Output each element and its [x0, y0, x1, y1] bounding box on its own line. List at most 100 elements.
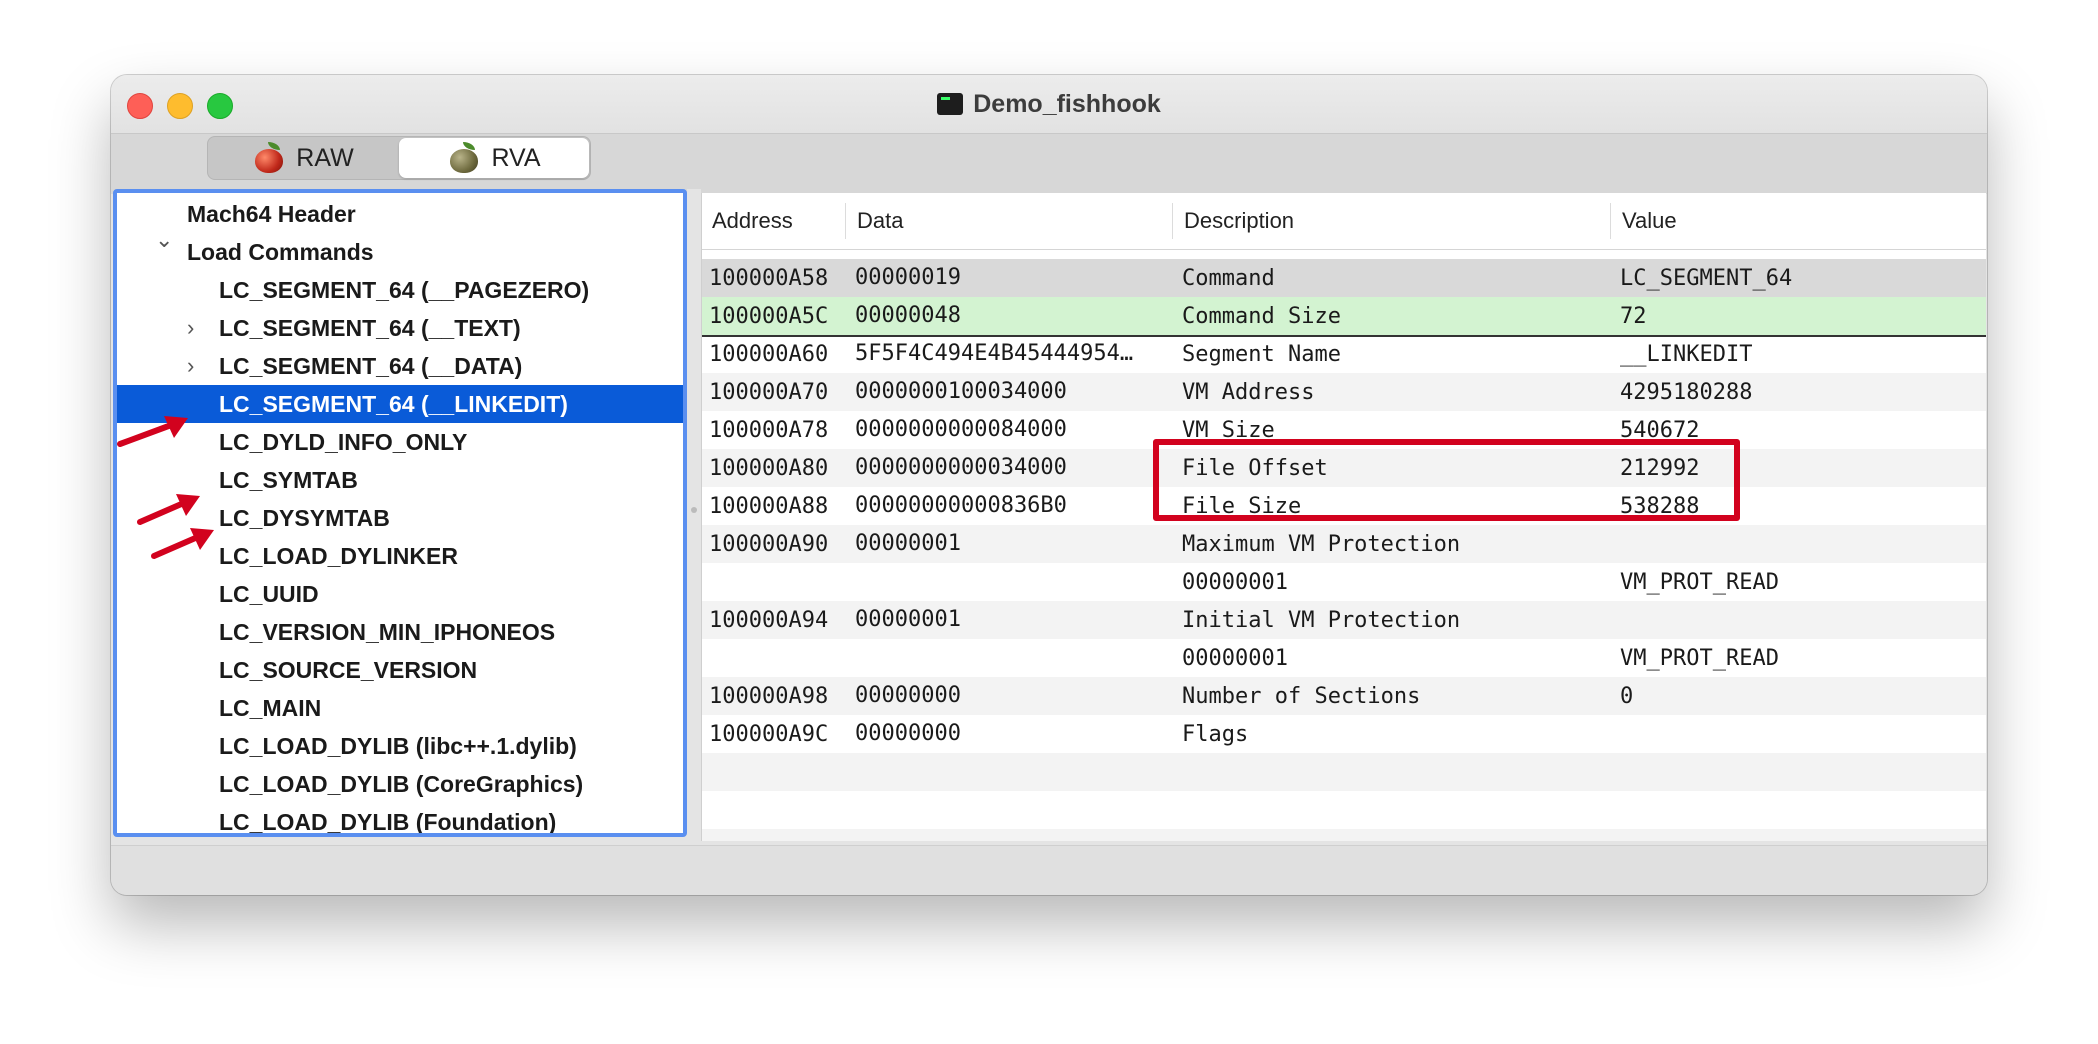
- tree-item[interactable]: LC_DYLD_INFO_ONLY: [117, 423, 683, 461]
- data-cell: 5F5F4C494E4B45444954…: [855, 341, 1134, 366]
- column-header-data[interactable]: Data: [857, 193, 903, 249]
- raw-mode-label: RAW: [296, 143, 354, 172]
- address-cell: 100000A90: [709, 531, 829, 557]
- address-cell: 100000A80: [709, 455, 829, 481]
- description-cell: Maximum VM Protection: [1182, 531, 1461, 557]
- tree-item[interactable]: › LC_SEGMENT_64 (__TEXT): [117, 309, 683, 347]
- value-cell: 0: [1620, 683, 1634, 709]
- tree-item-label: LC_SOURCE_VERSION: [219, 656, 478, 683]
- description-cell: VM Address: [1182, 379, 1315, 405]
- data-cell: 00000048: [855, 303, 961, 328]
- tree-item[interactable]: LC_LOAD_DYLIB (libc++.1.dylib): [117, 727, 683, 765]
- table-row[interactable]: 100000A58 00000019 Command LC_SEGMENT_64: [702, 259, 1986, 297]
- table-row[interactable]: [702, 829, 1986, 841]
- tree-item-label: LC_SEGMENT_64 (__PAGEZERO): [219, 276, 590, 303]
- tree-item-label: LC_LOAD_DYLIB (libc++.1.dylib): [219, 732, 577, 759]
- address-cell: 100000A78: [709, 417, 829, 443]
- table-row[interactable]: 00000001 VM_PROT_READ: [702, 639, 1986, 677]
- tree-item[interactable]: Mach64 Header: [117, 195, 683, 233]
- table-row[interactable]: 100000A70 0000000100034000 VM Address 42951…: [702, 373, 1986, 411]
- title-bar: Demo_fishhook: [111, 75, 1987, 133]
- annotation-arrow-icon: [151, 528, 214, 559]
- table-row[interactable]: [702, 791, 1986, 829]
- data-cell: [855, 791, 1165, 829]
- tree-item-label: LC_SEGMENT_64 (__DATA): [219, 352, 523, 379]
- tree-item-label: LC_SEGMENT_64 (__TEXT): [219, 314, 521, 341]
- tree-item-label: LC_LOAD_DYLIB (Foundation): [219, 808, 557, 835]
- tree-item-label: LC_DYLD_INFO_ONLY: [219, 428, 468, 455]
- tree-item[interactable]: ⌄ Load Commands: [117, 227, 683, 271]
- annotation-arrow-icon: [117, 416, 188, 447]
- description-cell: Initial VM Protection: [1182, 607, 1461, 633]
- table-row[interactable]: 100000A60 5F5F4C494E4B45444954… Segment Na…: [702, 335, 1986, 373]
- table-header: Address Data Description Value: [702, 193, 1986, 250]
- address-cell: 100000A5C: [709, 303, 829, 329]
- value-cell: VM_PROT_READ: [1620, 645, 1779, 671]
- data-cell: 00000019: [855, 265, 961, 290]
- chevron-right-icon[interactable]: ›: [187, 315, 194, 341]
- tree-item[interactable]: LC_UUID: [117, 575, 683, 613]
- table-row[interactable]: 00000001 VM_PROT_READ: [702, 563, 1986, 601]
- tree-item[interactable]: LC_LOAD_DYLIB (Foundation): [117, 803, 683, 835]
- file-offset-size-highlight-box: [1153, 439, 1740, 521]
- table-row[interactable]: 100000A9C 00000000 Flags: [702, 715, 1986, 753]
- tree-item[interactable]: LC_SEGMENT_64 (__PAGEZERO): [117, 271, 683, 309]
- tree-item-label: LC_LOAD_DYLINKER: [219, 542, 458, 569]
- tree-item[interactable]: › LC_SEGMENT_64 (__DATA): [117, 347, 683, 385]
- data-cell: [855, 563, 1165, 601]
- table-row[interactable]: [702, 753, 1986, 791]
- data-cell: 0000000000084000: [855, 417, 1067, 442]
- tree-item[interactable]: LC_SOURCE_VERSION: [117, 651, 683, 689]
- rva-mode-button[interactable]: RVA: [399, 138, 589, 178]
- address-cell: 100000A58: [709, 265, 829, 291]
- data-cell: 00000000: [855, 721, 961, 746]
- tree-item[interactable]: LC_LOAD_DYLIB (CoreGraphics): [117, 765, 683, 803]
- apple-icon: [252, 142, 286, 174]
- address-cell: 100000A70: [709, 379, 829, 405]
- data-cell: [855, 829, 1165, 841]
- table-row[interactable]: 100000A90 00000001 Maximum VM Protection: [702, 525, 1986, 563]
- chevron-down-icon[interactable]: ⌄: [155, 227, 173, 253]
- tree-item[interactable]: LC_MAIN: [117, 689, 683, 727]
- value-cell: 4295180288: [1620, 379, 1753, 405]
- description-cell: Command: [1182, 265, 1275, 291]
- value-cell: __LINKEDIT: [1620, 341, 1753, 367]
- rva-mode-label: RVA: [491, 143, 541, 172]
- tree-item[interactable]: LC_SEGMENT_64 (__LINKEDIT): [117, 385, 683, 423]
- address-cell: 100000A98: [709, 683, 829, 709]
- data-cell: [855, 639, 1165, 677]
- description-cell: 00000001: [1182, 645, 1288, 671]
- tree-item-label: LC_LOAD_DYLIB (CoreGraphics): [219, 770, 584, 797]
- column-header-address[interactable]: Address: [712, 193, 793, 249]
- raw-mode-button[interactable]: RAW: [208, 137, 398, 179]
- table-row[interactable]: 100000A5C 00000048 Command Size 72: [702, 297, 1986, 337]
- split-view-divider[interactable]: [687, 189, 701, 831]
- data-cell: 00000000: [855, 683, 961, 708]
- description-cell: Flags: [1182, 721, 1249, 747]
- address-cell: 100000A88: [709, 493, 829, 519]
- tree-item-label: Mach64 Header: [187, 200, 356, 227]
- chevron-right-icon[interactable]: ›: [187, 353, 194, 379]
- tree-item-label: Load Commands: [187, 238, 374, 265]
- tree-item-label: LC_UUID: [219, 580, 319, 607]
- description-cell: Command Size: [1182, 303, 1341, 329]
- address-mode-segmented-control: RAW RVA: [207, 136, 591, 180]
- address-cell: 100000A60: [709, 341, 829, 367]
- tree-item[interactable]: LC_VERSION_MIN_IPHONEOS: [117, 613, 683, 651]
- apple-icon: [447, 142, 481, 174]
- value-cell: VM_PROT_READ: [1620, 569, 1779, 595]
- tree-item-label: LC_DYSYMTAB: [219, 504, 390, 531]
- column-header-value[interactable]: Value: [1622, 193, 1677, 249]
- column-header-description[interactable]: Description: [1184, 193, 1294, 249]
- table-row[interactable]: 100000A98 00000000 Number of Sections 0: [702, 677, 1986, 715]
- tree-item-label: LC_SYMTAB: [219, 466, 358, 493]
- description-cell: Segment Name: [1182, 341, 1341, 367]
- data-cell: 0000000000034000: [855, 455, 1067, 480]
- terminal-icon: [937, 93, 964, 115]
- table-row[interactable]: 100000A94 00000001 Initial VM Protection: [702, 601, 1986, 639]
- data-cell: 00000001: [855, 607, 961, 632]
- window-title: Demo_fishhook: [111, 75, 1987, 133]
- address-cell: 100000A9C: [709, 721, 829, 747]
- value-cell: 72: [1620, 303, 1647, 329]
- tree-item-label: LC_MAIN: [219, 694, 322, 721]
